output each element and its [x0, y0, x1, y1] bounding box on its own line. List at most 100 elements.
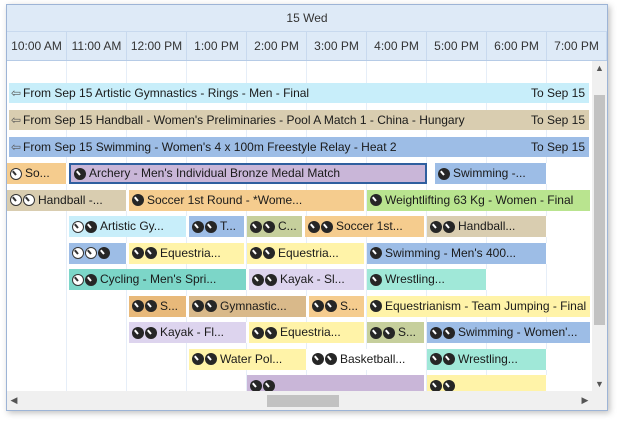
status-clock-icon — [312, 300, 324, 313]
appointment[interactable]: Cycling - Men's Spri... — [69, 269, 247, 290]
status-clock-icon — [265, 326, 277, 339]
time-slot-label: 5:00 PM — [427, 32, 487, 60]
status-clock-icon — [205, 300, 217, 313]
horizontal-scrollbar[interactable]: ◀ ▶ — [7, 391, 592, 410]
time-slot-label: 1:00 PM — [187, 32, 247, 60]
status-clock-icon — [443, 220, 455, 233]
appointment-to-label: To Sep 15 — [530, 86, 585, 100]
clock-outline-icon — [23, 194, 35, 207]
appointment-title: Basketball... — [340, 351, 406, 366]
appointment-title: Wrestling... — [385, 272, 445, 287]
status-clock-icon — [132, 300, 144, 313]
appointment[interactable]: Soccer 1st Round - *Wome... — [129, 189, 365, 211]
appointment-title: Swimming - Women'... — [458, 325, 578, 340]
appointment-title: S... — [340, 298, 359, 313]
appointment[interactable]: T... — [189, 216, 245, 237]
clock-outline-icon — [72, 220, 84, 233]
status-clock-icon — [192, 300, 204, 313]
status-clock-icon — [321, 220, 333, 233]
appointment-title: Swimming -... — [453, 166, 526, 181]
time-slot-label: 3:00 PM — [307, 32, 367, 60]
appointment[interactable]: Equestria... — [129, 242, 245, 264]
appointment[interactable]: C... — [247, 216, 303, 237]
status-clock-icon — [430, 220, 442, 233]
status-clock-icon — [145, 300, 157, 313]
status-clock-icon — [370, 273, 382, 286]
status-clock-icon — [192, 353, 204, 366]
appointment-title: T... — [220, 219, 237, 234]
timeline-body[interactable]: ⇦ From Sep 15 Artistic Gymnastics - Rings… — [7, 61, 591, 396]
appointment[interactable]: S... — [129, 295, 187, 317]
appointment[interactable]: Water Pol... — [189, 348, 307, 370]
time-scale-header: 10:00 AM 11:00 AM 12:00 PM 1:00 PM 2:00 PM 3:… — [7, 32, 607, 61]
status-clock-icon — [85, 273, 97, 286]
status-clock-icon — [430, 353, 442, 366]
vertical-scrollbar[interactable]: ▲ ▼ — [592, 61, 607, 391]
vertical-scroll-thumb[interactable] — [594, 95, 605, 325]
appointment-title: Artistic Gymnastics - Rings - Men - Fina… — [95, 86, 310, 100]
scroll-up-arrow-icon[interactable]: ▲ — [592, 61, 607, 75]
status-clock-icon — [370, 194, 382, 207]
appointment[interactable]: Basketball... — [309, 348, 425, 370]
appointment[interactable]: Swimming - Women'... — [427, 322, 591, 343]
appointment[interactable]: Equestria... — [249, 322, 365, 343]
appointment[interactable]: Swimming - Men's 400... — [367, 242, 547, 264]
appointment-to-label: To Sep 15 — [530, 140, 585, 154]
appointment-title: Equestria... — [160, 245, 221, 260]
status-clock-icon — [205, 220, 217, 233]
appointment-title: Swimming - Men's 400... — [385, 245, 516, 260]
status-clock-icon — [85, 220, 97, 233]
appointment[interactable]: So... — [7, 163, 67, 184]
selected-appointment[interactable]: Archery - Men's Individual Bronze Medal … — [69, 163, 427, 184]
status-clock-icon — [325, 353, 337, 366]
appointment-title: Gymnastic... — [220, 298, 287, 313]
scroll-right-arrow-icon[interactable]: ▶ — [578, 391, 592, 410]
status-clock-icon — [250, 220, 262, 233]
status-clock-icon — [430, 326, 442, 339]
continues-left-arrow-icon: ⇦ — [10, 86, 22, 100]
status-clock-icon — [443, 353, 455, 366]
clock-outline-icon — [10, 167, 22, 180]
appointment[interactable]: Kayak - Fl... — [129, 322, 247, 343]
appointment[interactable]: Kayak - Sl... — [249, 269, 365, 290]
appointment[interactable]: Wrestling... — [427, 348, 547, 370]
status-clock-icon — [252, 273, 264, 286]
appointment[interactable]: Handball -... — [7, 189, 127, 211]
status-clock-icon — [252, 326, 264, 339]
status-clock-icon — [74, 167, 86, 180]
appointment[interactable] — [69, 242, 127, 264]
appointment[interactable]: Handball... — [427, 216, 547, 237]
appointment-title: Handball - Women's Preliminaries - Pool … — [95, 113, 465, 127]
appointment[interactable]: Wrestling... — [367, 269, 487, 290]
time-slot-label: 12:00 PM — [127, 32, 187, 60]
appointment-to-label: To Sep 15 — [530, 113, 585, 127]
appointment[interactable]: Soccer 1st... — [305, 216, 425, 237]
time-slot-label: 2:00 PM — [247, 32, 307, 60]
appointment-title: Kayak - Sl... — [280, 272, 345, 287]
appointment[interactable]: S... — [309, 295, 365, 317]
scroll-down-arrow-icon[interactable]: ▼ — [592, 377, 607, 391]
status-clock-icon — [383, 326, 395, 339]
status-clock-icon — [312, 353, 324, 366]
all-day-appointment[interactable]: ⇦ From Sep 15 Handball - Women's Prelimin… — [9, 110, 589, 130]
appointment-from-label: From Sep 15 — [23, 113, 96, 127]
appointment-title: Wrestling... — [458, 351, 518, 366]
appointment[interactable]: Equestria... — [247, 242, 365, 264]
status-clock-icon — [132, 247, 144, 260]
time-slot-label: 10:00 AM — [7, 32, 67, 60]
status-clock-icon — [132, 194, 144, 207]
appointment[interactable]: S... — [367, 322, 425, 343]
appointment[interactable]: Gymnastic... — [189, 295, 307, 317]
day-header[interactable]: 15 Wed — [7, 5, 607, 32]
appointment-title: Handball -... — [38, 192, 103, 207]
appointment[interactable]: Weightlifting 63 Kg - Women - Final — [367, 189, 591, 211]
all-day-appointment[interactable]: ⇦ From Sep 15 Artistic Gymnastics - Rings… — [9, 83, 589, 103]
appointment[interactable]: Swimming -... — [435, 163, 547, 184]
horizontal-scroll-thumb[interactable] — [267, 395, 339, 407]
all-day-appointment[interactable]: ⇦ From Sep 15 Swimming - Women's 4 x 100m… — [9, 137, 589, 157]
status-clock-icon — [145, 326, 157, 339]
appointment[interactable]: Artistic Gy... — [69, 216, 187, 237]
appointment[interactable]: Equestrianism - Team Jumping - Final — [367, 295, 591, 317]
scroll-left-arrow-icon[interactable]: ◀ — [7, 391, 21, 410]
status-clock-icon — [308, 220, 320, 233]
